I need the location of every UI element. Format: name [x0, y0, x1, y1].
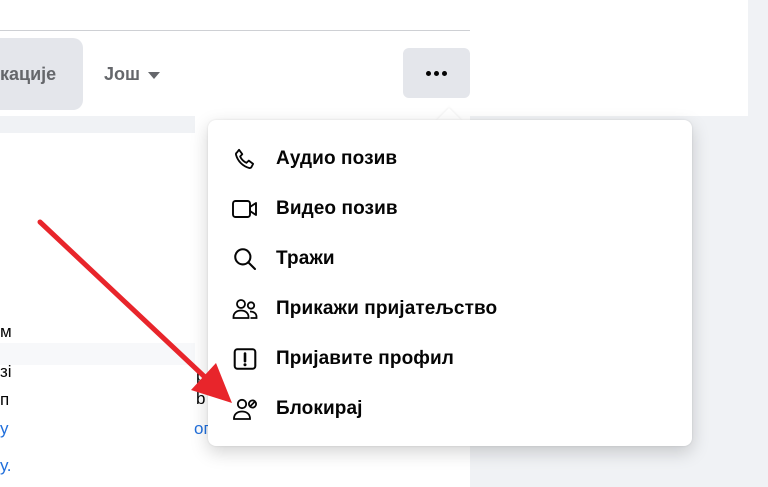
tab-label: кације: [0, 63, 57, 84]
block-user-icon: [230, 394, 260, 424]
menu-item-search[interactable]: Тражи: [208, 234, 692, 284]
text-fragment: b: [196, 389, 206, 408]
text-fragment: п: [0, 390, 10, 409]
menu-item-label: Видео позив: [276, 198, 398, 219]
caret-down-icon: [148, 71, 161, 79]
video-camera-icon: [230, 194, 260, 224]
card-band: [0, 343, 195, 365]
text-fragment: м: [0, 322, 12, 341]
menu-item-see-friendship[interactable]: Прикажи пријатељство: [208, 284, 692, 334]
text-fragment: р: [196, 366, 206, 385]
menu-item-report-profile[interactable]: Пријавите профил: [208, 334, 692, 384]
search-icon: [230, 244, 260, 274]
menu-item-label: Аудио позив: [276, 148, 398, 169]
friends-icon: [230, 294, 260, 324]
more-options-menu: Аудио позив Видео позив Тражи Прикажи пр…: [208, 120, 692, 446]
ellipsis-dot: [442, 70, 447, 76]
menu-item-audio-call[interactable]: Аудио позив: [208, 134, 692, 184]
link-fragment[interactable]: у.: [0, 456, 12, 476]
report-icon: [230, 344, 260, 374]
ellipsis-dot: [434, 70, 439, 76]
menu-item-label: Тражи: [276, 248, 335, 269]
tab-more[interactable]: Још: [104, 57, 161, 91]
header-divider: [0, 30, 470, 31]
phone-icon: [230, 144, 260, 174]
link-fragment[interactable]: у: [0, 419, 9, 439]
intro-card: [0, 133, 195, 487]
menu-item-label: Блокирај: [276, 398, 363, 419]
ellipsis-icon: [426, 70, 431, 76]
menu-item-label: Пријавите профил: [276, 348, 454, 369]
tab-more-label: Још: [104, 63, 141, 84]
menu-item-label: Прикажи пријатељство: [276, 298, 498, 319]
menu-item-block[interactable]: Блокирај: [208, 384, 692, 434]
more-options-button[interactable]: [403, 48, 470, 98]
menu-item-video-call[interactable]: Видео позив: [208, 184, 692, 234]
text-fragment: зі: [0, 362, 12, 381]
tab-notifications-partial[interactable]: кације: [0, 38, 83, 110]
page-gutter: [748, 0, 768, 487]
